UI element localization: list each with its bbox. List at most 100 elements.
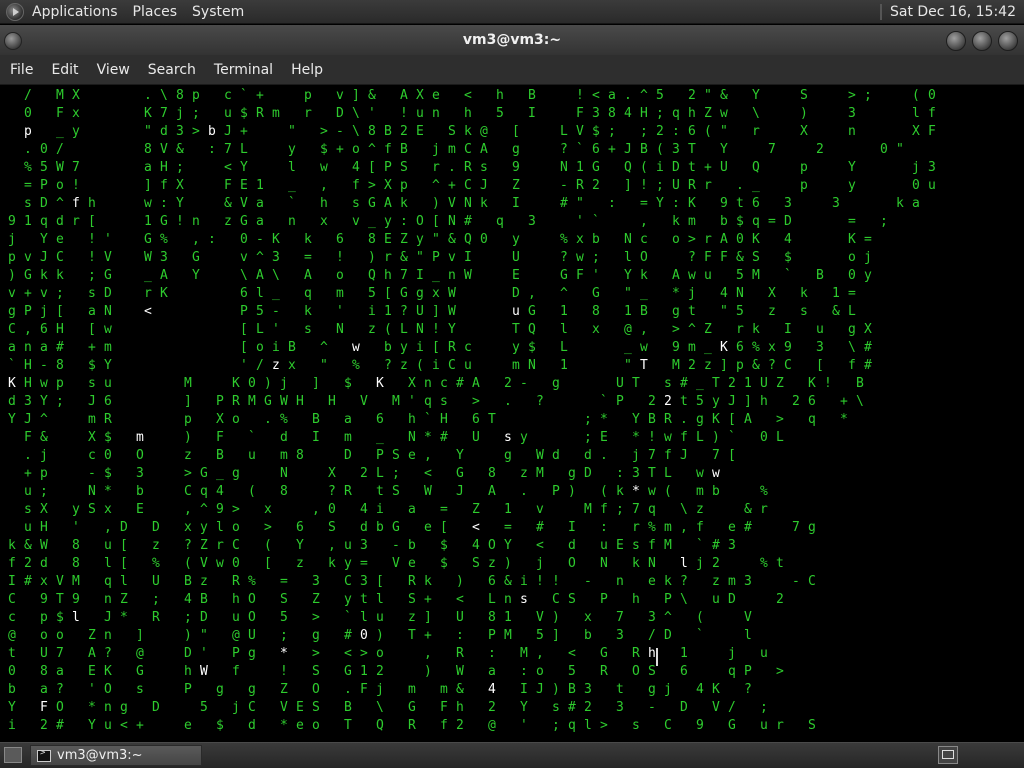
matrix-char: 3 [176, 124, 184, 139]
matrix-char: z [272, 358, 280, 373]
taskbar-window-button[interactable]: vm3@vm3:~ [30, 745, 202, 766]
matrix-char: w [664, 430, 672, 445]
menu-file[interactable]: File [10, 62, 33, 78]
matrix-char: y [344, 592, 352, 607]
matrix-char: Q [464, 232, 472, 247]
matrix-char: U [456, 610, 464, 625]
matrix-char: M [504, 628, 512, 643]
matrix-char: 1 [384, 304, 392, 319]
matrix-char: > [776, 412, 784, 427]
menu-search[interactable]: Search [148, 62, 196, 78]
matrix-char: ! [576, 88, 584, 103]
menu-terminal[interactable]: Terminal [214, 62, 273, 78]
matrix-char: l [584, 718, 592, 733]
matrix-char: h [184, 664, 192, 679]
matrix-char: g [8, 304, 16, 319]
matrix-char: s [520, 592, 528, 607]
matrix-char: ( [264, 538, 272, 553]
matrix-char: + [24, 466, 32, 481]
matrix-char: R [632, 646, 640, 661]
matrix-char: $ [88, 358, 96, 373]
matrix-char: 7 [56, 646, 64, 661]
maximize-icon[interactable] [972, 31, 992, 51]
matrix-char: \ [680, 592, 688, 607]
matrix-char: 3 [160, 250, 168, 265]
matrix-char: U [152, 574, 160, 589]
applications-logo-icon[interactable] [6, 3, 24, 21]
menu-help[interactable]: Help [291, 62, 323, 78]
matrix-char: N [600, 556, 608, 571]
matrix-char: . [448, 160, 456, 175]
matrix-char: u [248, 448, 256, 463]
minimize-icon[interactable] [946, 31, 966, 51]
matrix-char: 6 [104, 394, 112, 409]
matrix-char: C [8, 592, 16, 607]
places-menu[interactable]: Places [133, 4, 178, 20]
matrix-char: M [584, 502, 592, 517]
window-menu-icon[interactable] [4, 32, 22, 50]
matrix-char: f [680, 430, 688, 445]
matrix-char: + [424, 628, 432, 643]
matrix-char: 6 [808, 394, 816, 409]
matrix-char: ^ [368, 142, 376, 157]
matrix-char: D [200, 610, 208, 625]
matrix-char: 9 [8, 214, 16, 229]
matrix-char: ( [912, 88, 920, 103]
matrix-char: q [568, 718, 576, 733]
menu-edit[interactable]: Edit [51, 62, 78, 78]
matrix-char: % [352, 358, 360, 373]
window-titlebar[interactable]: vm3@vm3:~ [0, 25, 1024, 55]
matrix-char: ; [880, 214, 888, 229]
matrix-char: : [672, 196, 680, 211]
matrix-char: U [40, 646, 48, 661]
matrix-char: ! [88, 250, 96, 265]
close-icon[interactable] [998, 31, 1018, 51]
matrix-char: s [136, 682, 144, 697]
matrix-char: l [72, 610, 80, 625]
matrix-char: G [264, 394, 272, 409]
matrix-char: b [408, 538, 416, 553]
matrix-char: A [88, 646, 96, 661]
clock[interactable]: Sat Dec 16, 15:42 [879, 0, 1016, 24]
matrix-char: X [912, 124, 920, 139]
system-menu[interactable]: System [192, 4, 244, 20]
workspace-switcher-icon[interactable] [938, 746, 958, 764]
matrix-char: T [56, 592, 64, 607]
matrix-char: a [344, 412, 352, 427]
matrix-char: Y [240, 160, 248, 175]
window-title: vm3@vm3:~ [462, 32, 562, 48]
matrix-char: P [384, 160, 392, 175]
matrix-char: X [800, 124, 808, 139]
matrix-char: y [864, 268, 872, 283]
terminal-area[interactable]: / M X. \ 8 p c ` + p v] & A Xe < h B! < a. ^ 5 2 " & Y S >;(0 0 Fx K 7… [0, 86, 1024, 742]
matrix-char: q [104, 574, 112, 589]
matrix-char: S [400, 160, 408, 175]
matrix-char: r [216, 538, 224, 553]
matrix-char: 7 [616, 610, 624, 625]
matrix-char: [ [56, 304, 64, 319]
matrix-char: : [600, 520, 608, 535]
matrix-char: " [416, 250, 424, 265]
matrix-char: h [384, 268, 392, 283]
matrix-char: n [448, 268, 456, 283]
matrix-char: I [312, 430, 320, 445]
matrix-char: & [456, 682, 464, 697]
matrix-char: + [256, 88, 264, 103]
matrix-char: 5 [40, 160, 48, 175]
matrix-char: v [40, 286, 48, 301]
matrix-char: Y [88, 718, 96, 733]
show-desktop-icon[interactable] [4, 747, 22, 763]
applications-menu[interactable]: Applications [32, 4, 118, 20]
matrix-char: + [336, 142, 344, 157]
matrix-char: E [600, 430, 608, 445]
matrix-char: ^ [432, 178, 440, 193]
matrix-char: R [152, 610, 160, 625]
matrix-char: * [632, 430, 640, 445]
matrix-char: / [728, 700, 736, 715]
matrix-char: * [672, 286, 680, 301]
matrix-char: ? [680, 574, 688, 589]
matrix-char: V [536, 610, 544, 625]
matrix-char: C [248, 700, 256, 715]
matrix-char: ^ [256, 250, 264, 265]
menu-view[interactable]: View [97, 62, 130, 78]
